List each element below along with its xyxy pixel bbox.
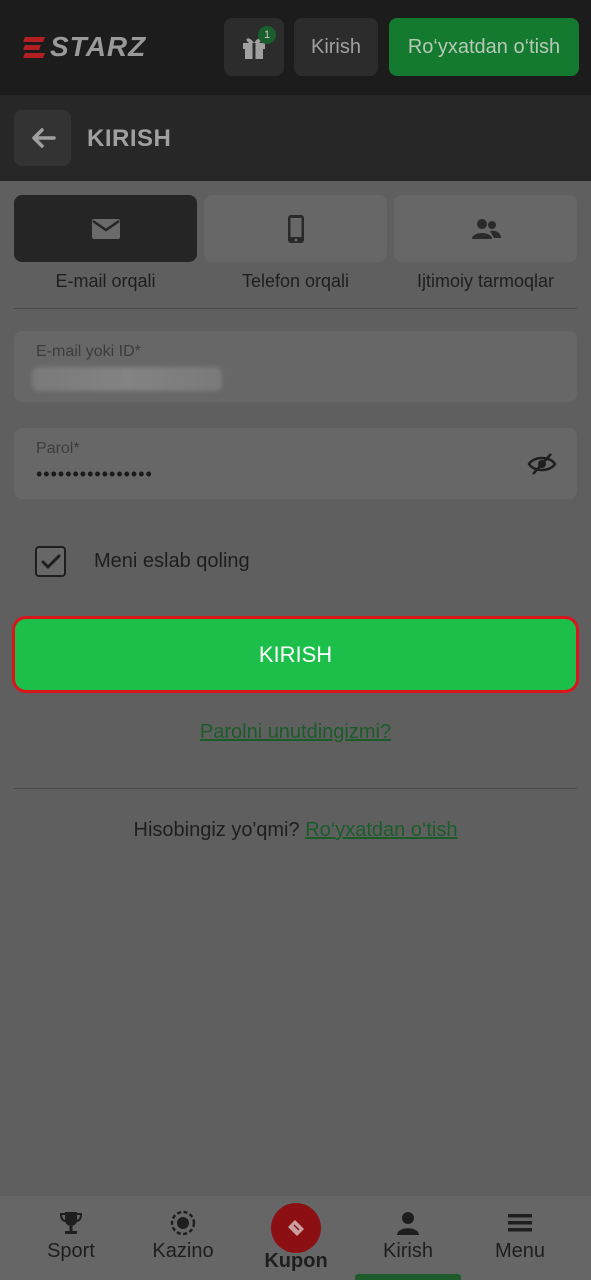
header-login-button[interactable]: Kirish <box>294 18 378 76</box>
tab-phone-label: Telefon orqali <box>241 271 350 291</box>
password-field[interactable]: Parol* •••••••••••••••• <box>14 428 577 499</box>
nav-kazino-label: Kazino <box>152 1240 214 1262</box>
top-bar: STARZ 1 Kirish Ro‘yxatdan o‘tish <box>0 0 591 95</box>
arrow-left-icon <box>31 128 56 148</box>
ticket-icon <box>288 1220 304 1236</box>
tab-email[interactable] <box>14 195 197 262</box>
nav-sport[interactable]: Sport <box>22 1196 120 1280</box>
nav-menu-label: Menu <box>494 1240 546 1262</box>
tab-email-label: E-mail orqali <box>55 271 156 291</box>
forgot-password-row: Parolni unutdingizmi? <box>0 721 591 744</box>
password-field-label: Parol* <box>36 440 80 457</box>
tab-social[interactable] <box>394 195 577 262</box>
nav-kirish-label: Kirish <box>382 1240 433 1262</box>
nav-kupon-label: Kupon <box>264 1250 328 1272</box>
nav-kazino[interactable]: Kazino <box>134 1196 232 1280</box>
nav-kupon[interactable] <box>271 1203 321 1253</box>
no-account-row: Hisobingiz yo'qmi? Ro‘yxatdan o‘tish <box>0 819 591 842</box>
checkmark-icon <box>41 554 60 568</box>
phone-icon <box>287 214 304 243</box>
email-field[interactable]: E-mail yoki ID* <box>14 331 577 402</box>
trophy-icon <box>59 1212 83 1234</box>
remember-checkbox[interactable] <box>35 546 66 577</box>
forgot-password-link[interactable]: Parolni unutdingizmi? <box>200 721 391 743</box>
tab-social-label: Ijtimoiy tarmoqlar <box>416 271 555 291</box>
login-submit-button[interactable]: KIRISH <box>12 616 579 693</box>
divider <box>14 788 577 789</box>
email-field-value-redacted <box>32 367 222 391</box>
email-field-label: E-mail yoki ID* <box>36 343 141 360</box>
tab-phone[interactable] <box>204 195 387 262</box>
casino-chip-icon <box>170 1210 196 1236</box>
sub-header: KIRISH <box>0 95 591 181</box>
no-account-text: Hisobingiz yo'qmi? <box>133 819 300 841</box>
gift-button[interactable]: 1 <box>224 18 284 76</box>
logo-mark-icon <box>23 35 48 59</box>
hamburger-icon <box>508 1214 532 1232</box>
register-link[interactable]: Ro‘yxatdan o‘tish <box>305 819 457 841</box>
logo[interactable]: STARZ <box>23 30 147 64</box>
envelope-icon <box>91 218 120 239</box>
users-icon <box>471 218 501 239</box>
remember-label: Meni eslab qoling <box>94 550 250 572</box>
nav-menu[interactable]: Menu <box>471 1196 569 1280</box>
nav-sport-label: Sport <box>47 1240 95 1262</box>
page-title: KIRISH <box>87 125 172 152</box>
header-register-button[interactable]: Ro‘yxatdan o‘tish <box>389 18 579 76</box>
logo-text: STARZ <box>50 31 147 62</box>
eye-off-icon[interactable] <box>527 451 557 477</box>
back-button[interactable] <box>14 110 71 166</box>
gift-badge: 1 <box>258 26 276 44</box>
password-field-value: •••••••••••••••• <box>36 464 153 484</box>
active-nav-indicator <box>355 1274 461 1280</box>
nav-kirish[interactable]: Kirish <box>359 1196 457 1280</box>
divider <box>14 308 577 309</box>
user-icon <box>397 1212 419 1235</box>
